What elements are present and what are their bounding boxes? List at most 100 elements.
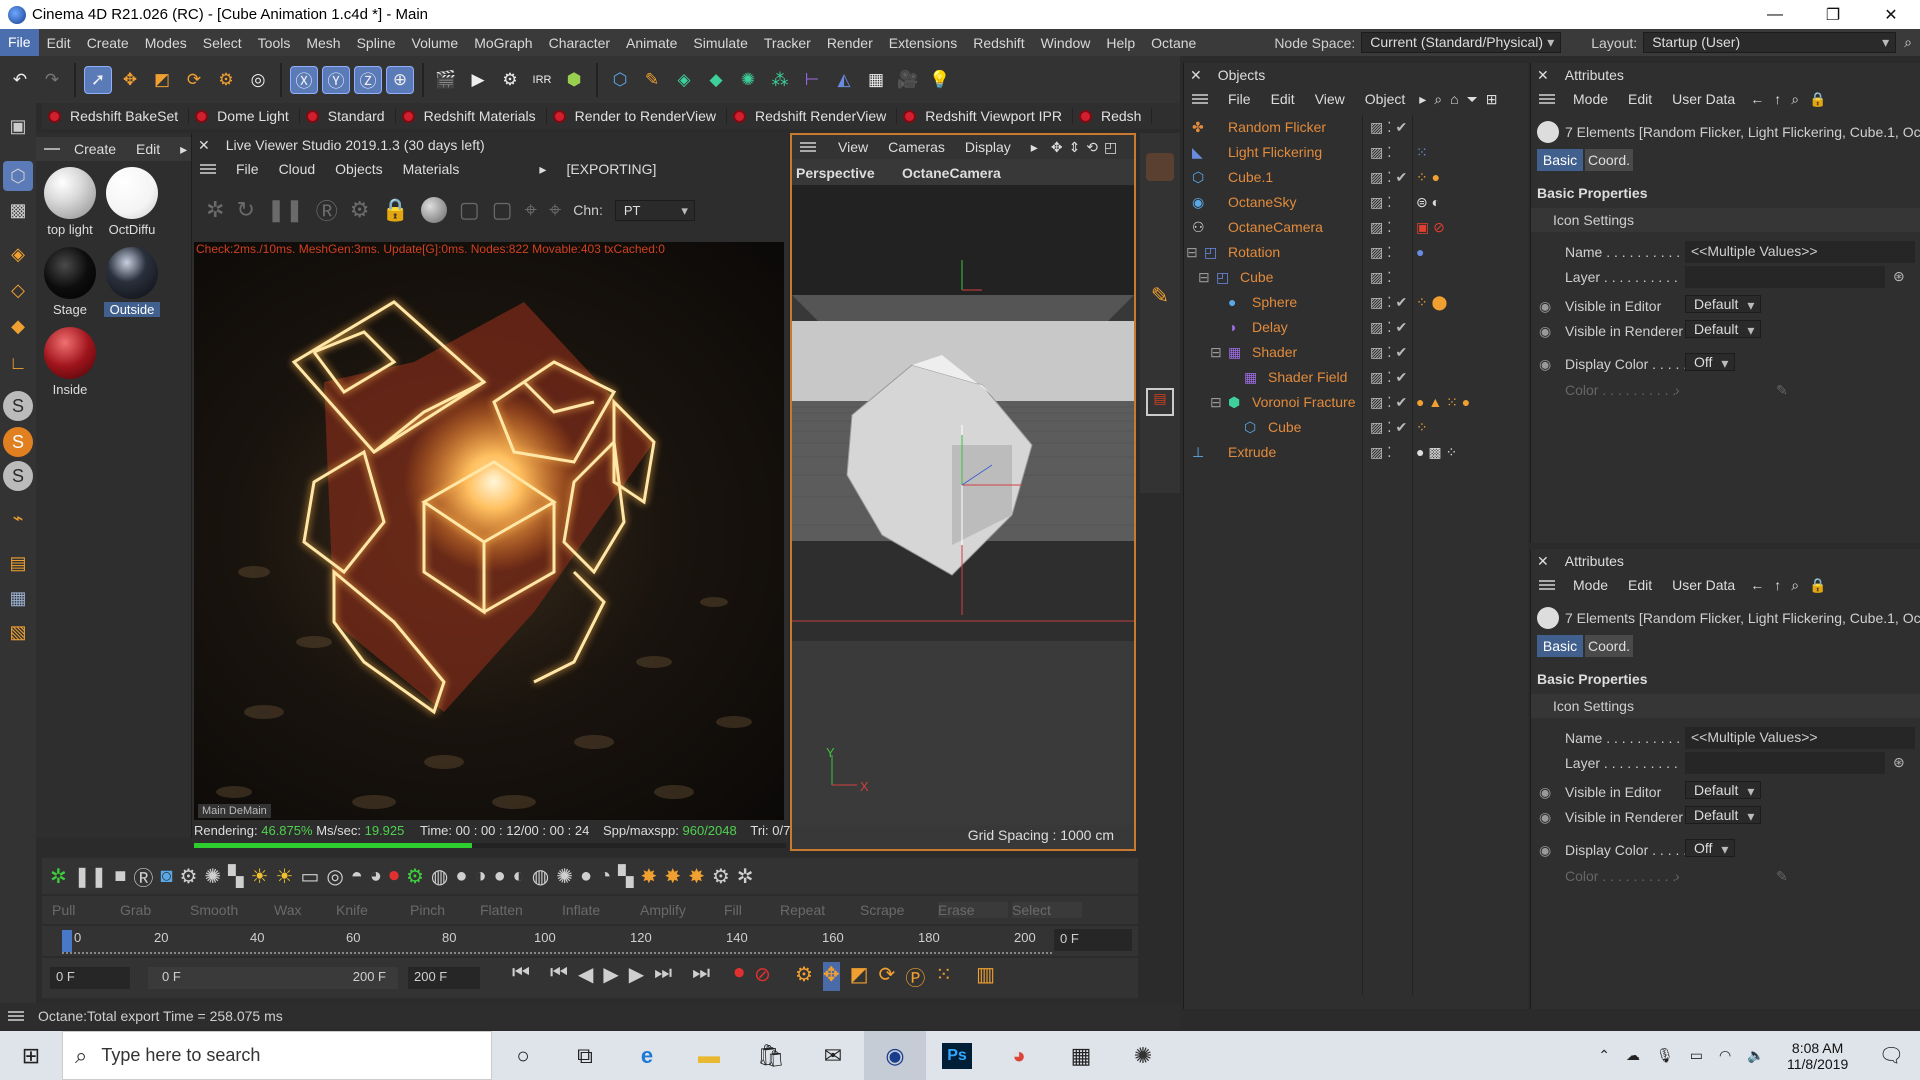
davinci-resolve-icon[interactable]: ✺ bbox=[1112, 1031, 1174, 1080]
timeline-window-icon[interactable]: ▥ bbox=[976, 962, 995, 991]
icon-settings-group[interactable]: Icon Settings bbox=[1531, 694, 1920, 718]
tag-icon[interactable]: ⁘ ● bbox=[1416, 169, 1440, 186]
close-icon[interactable]: ✕ bbox=[1531, 67, 1555, 84]
visibility-icon[interactable]: ▨ ⁚ ✔ bbox=[1370, 319, 1407, 336]
shelf-redshift-bakeset[interactable]: Redshift BakeSet bbox=[42, 108, 190, 124]
sculpt-erase[interactable]: Erase bbox=[938, 902, 1008, 918]
go-to-start-icon[interactable]: ⏮ bbox=[512, 962, 530, 991]
menu-edit[interactable]: Edit bbox=[39, 35, 79, 51]
object-name[interactable]: Cube.1 bbox=[1228, 169, 1273, 185]
menu-create[interactable]: Create bbox=[79, 35, 137, 51]
film-region-icon[interactable]: ▢ bbox=[492, 197, 513, 223]
file-explorer-icon[interactable]: ▬ bbox=[678, 1031, 740, 1080]
visibility-icon[interactable]: ▨ ⁚ bbox=[1370, 269, 1392, 286]
lv-menu-materials[interactable]: Materials bbox=[393, 161, 470, 177]
menu-mesh[interactable]: Mesh bbox=[298, 35, 348, 51]
lv-menu-objects[interactable]: Objects bbox=[325, 161, 392, 177]
settings-icon[interactable]: ⚙ bbox=[179, 864, 197, 889]
octane-start-icon[interactable]: ✲ bbox=[50, 864, 67, 889]
next-key-icon[interactable]: ⏭ bbox=[654, 962, 672, 991]
viewport-menu-display[interactable]: Display bbox=[955, 139, 1021, 155]
panel-menu-icon[interactable] bbox=[8, 1011, 24, 1021]
sun-alt-icon[interactable]: ☀ bbox=[276, 864, 294, 889]
area-light-icon[interactable]: ▭ bbox=[300, 864, 319, 889]
tab-basic[interactable]: Basic bbox=[1537, 149, 1583, 171]
menu-file[interactable]: File bbox=[0, 29, 39, 56]
tab-basic[interactable]: Basic bbox=[1537, 635, 1583, 657]
octane-prefs-icon[interactable]: ✲ bbox=[737, 864, 754, 889]
close-icon[interactable]: ✕ bbox=[1184, 67, 1208, 84]
current-frame-field[interactable]: 0 F bbox=[1054, 929, 1132, 951]
deformer-icon[interactable]: ⊢ bbox=[798, 66, 826, 94]
prev-frame-icon[interactable]: ◀ bbox=[578, 962, 593, 991]
new-window-icon[interactable]: ⊞ bbox=[1482, 91, 1502, 108]
lock-icon[interactable]: 🔒 bbox=[1804, 91, 1831, 108]
planar-workplane-icon[interactable]: ▦ bbox=[3, 583, 33, 613]
prev-key-icon[interactable]: ⏮ bbox=[550, 962, 568, 991]
visibility-icon[interactable]: ▨ ⁚ bbox=[1370, 444, 1392, 461]
layout-dropdown[interactable]: Startup (User) bbox=[1643, 32, 1897, 53]
collapse-icon[interactable]: ⊟ bbox=[1198, 269, 1210, 286]
sculpt-repeat[interactable]: Repeat bbox=[780, 902, 856, 918]
shelf-render-to-renderview[interactable]: Render to RenderView bbox=[547, 108, 728, 124]
material-swatch[interactable]: Inside bbox=[42, 327, 98, 397]
tree-row[interactable]: ◑ Delay ▨ ⁚ ✔ bbox=[1184, 315, 1529, 340]
mograph-icon[interactable]: ⁂ bbox=[766, 66, 794, 94]
maximize-view-icon[interactable]: ◰ bbox=[1101, 139, 1120, 156]
close-button[interactable]: ✕ bbox=[1862, 0, 1920, 29]
specular-icon[interactable]: ● bbox=[494, 865, 506, 888]
object-name[interactable]: Sphere bbox=[1252, 294, 1297, 310]
calculator-icon[interactable]: ▦ bbox=[1050, 1031, 1112, 1080]
x-axis-lock-icon[interactable]: Ⓧ bbox=[290, 65, 318, 94]
key-scale-icon[interactable]: ◩ bbox=[850, 962, 869, 991]
minimize-button[interactable]: — bbox=[1746, 0, 1804, 29]
microphone-icon[interactable]: 🎙 bbox=[1648, 1047, 1682, 1064]
record-keys-icon[interactable]: ⏺ bbox=[734, 962, 744, 991]
menu-animate[interactable]: Animate bbox=[618, 35, 685, 51]
tree-row[interactable]: ✤ Random Flicker ▨ ⁚ ✔ bbox=[1184, 115, 1529, 140]
cinema4d-taskbar-icon[interactable]: ◉ bbox=[864, 1031, 926, 1080]
pick-focus-icon[interactable]: ⌖ bbox=[525, 197, 537, 223]
close-icon[interactable]: ✕ bbox=[192, 137, 216, 154]
notifications-icon[interactable]: 🗨 bbox=[1863, 1043, 1920, 1068]
visibility-icon[interactable]: ▨ ⁚ ✔ bbox=[1370, 419, 1407, 436]
mail-icon[interactable]: ✉ bbox=[802, 1031, 864, 1080]
metal-icon[interactable]: ◐ bbox=[513, 865, 525, 888]
auto-key-icon[interactable]: ⊘ bbox=[754, 962, 771, 991]
layer-arrow-icon[interactable]: ⊛ bbox=[1893, 754, 1905, 771]
menu-spline[interactable]: Spline bbox=[349, 35, 404, 51]
lock-icon[interactable]: 🔒 bbox=[1804, 577, 1831, 594]
shelf-redshift-renderview[interactable]: Redshift RenderView bbox=[727, 108, 898, 124]
sculpt-grab[interactable]: Grab bbox=[120, 902, 186, 918]
menu-tools[interactable]: Tools bbox=[250, 35, 299, 51]
select-tool-icon[interactable]: ➚ bbox=[84, 65, 112, 94]
toon-icon[interactable]: ✺ bbox=[556, 864, 573, 889]
vdb-icon[interactable]: ✸ bbox=[688, 864, 705, 889]
sun-icon[interactable]: ☀ bbox=[251, 864, 269, 889]
z-axis-lock-icon[interactable]: Ⓩ bbox=[354, 65, 382, 94]
points-mode-icon[interactable]: ◈ bbox=[3, 239, 33, 269]
shelf-standard[interactable]: Standard bbox=[300, 108, 396, 124]
attr-menu-mode[interactable]: Mode bbox=[1563, 91, 1618, 107]
key-selection-icon[interactable]: ⚙ bbox=[795, 962, 813, 991]
material-swatch[interactable]: top light bbox=[42, 167, 98, 237]
icon-settings-group[interactable]: Icon Settings bbox=[1531, 208, 1920, 232]
chevron-right-icon[interactable]: ▸ bbox=[1021, 139, 1048, 156]
portal-icon[interactable]: ● bbox=[580, 865, 592, 888]
recent-tools-icon[interactable]: ⚙ bbox=[212, 66, 240, 94]
object-name[interactable]: Shader Field bbox=[1268, 369, 1347, 385]
key-position-icon[interactable]: ✥ bbox=[822, 962, 840, 991]
tab-coord[interactable]: Coord. bbox=[1585, 149, 1633, 171]
play-icon[interactable]: ▶ bbox=[603, 962, 618, 991]
search-icon[interactable]: ⌕ bbox=[1786, 91, 1804, 108]
octane-camera-icon[interactable]: ◙ bbox=[160, 865, 172, 888]
shelf-redshift-materials[interactable]: Redshift Materials bbox=[396, 108, 547, 124]
tag-icon[interactable]: ⁙ bbox=[1416, 144, 1428, 161]
object-name[interactable]: Cube bbox=[1268, 419, 1301, 435]
tag-icon[interactable]: ● bbox=[1416, 244, 1424, 260]
menu-redshift[interactable]: Redshift bbox=[965, 35, 1032, 51]
material-menu-create[interactable]: Create bbox=[64, 141, 126, 157]
visibility-icon[interactable]: ▨ ⁚ ✔ bbox=[1370, 119, 1407, 136]
obj-menu-edit[interactable]: Edit bbox=[1261, 91, 1305, 107]
gear-green-icon[interactable]: ⚙ bbox=[406, 864, 424, 889]
